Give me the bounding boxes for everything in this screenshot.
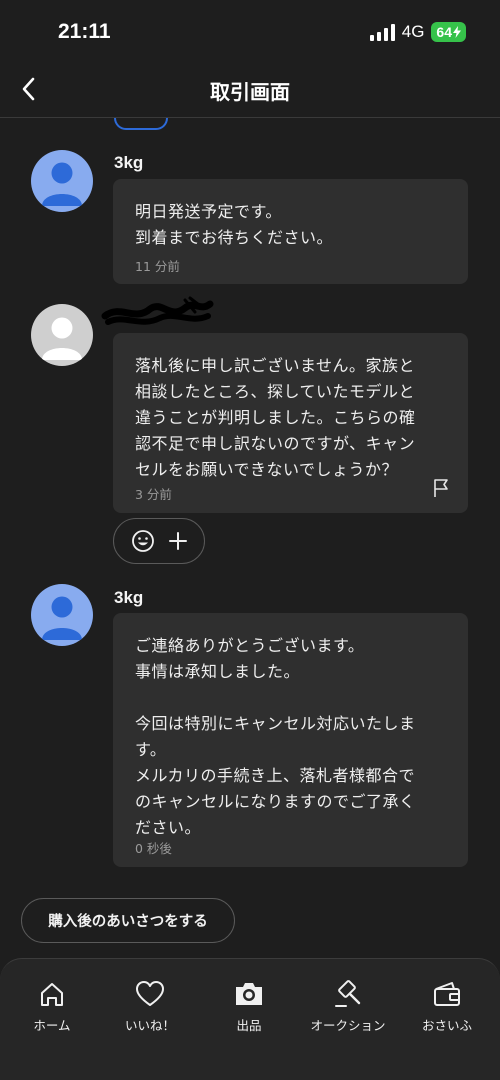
- status-bar: 21:11 4G 64: [0, 0, 500, 66]
- charging-bolt-icon: [453, 26, 461, 38]
- status-time: 21:11: [58, 20, 111, 43]
- tab-home[interactable]: ホーム: [2, 979, 102, 1034]
- sender-name: 3kg: [114, 588, 144, 607]
- tab-label: ホーム: [33, 1018, 71, 1033]
- camera-icon: [233, 979, 265, 1009]
- tab-label: おさいふ: [421, 1018, 472, 1033]
- status-indicators: 4G 64: [369, 22, 466, 42]
- nav-bar: 取引画面: [0, 66, 500, 118]
- heart-icon: [134, 979, 166, 1009]
- user-icon: [42, 162, 82, 206]
- home-icon: [36, 979, 68, 1009]
- tab-wallet[interactable]: おさいふ: [397, 979, 497, 1034]
- avatar[interactable]: [31, 584, 93, 646]
- tab-auction[interactable]: オークション: [298, 979, 398, 1034]
- plus-icon[interactable]: [168, 531, 188, 551]
- tab-label: 出品: [236, 1018, 262, 1033]
- tab-label: オークション: [310, 1018, 386, 1033]
- user-icon: [42, 596, 82, 640]
- message-text: 明日発送予定です。 到着までお待ちください。: [135, 202, 334, 247]
- message-bubble: 落札後に申し訳ございません。家族と 相談したところ、探していたモデルと 違うこと…: [113, 333, 468, 513]
- greeting-button[interactable]: 購入後のあいさつをする: [21, 898, 235, 943]
- reaction-bar: [113, 518, 205, 564]
- tab-likes[interactable]: いいね！: [100, 979, 200, 1034]
- battery-level: 64: [436, 24, 452, 40]
- wallet-icon: [431, 979, 463, 1009]
- message-time: 3 分前: [135, 487, 172, 502]
- avatar[interactable]: [31, 304, 93, 366]
- message-text: ご連絡ありがとうございます。 事情は承知しました。 今回は特別にキャンセル対応い…: [135, 636, 416, 837]
- avatar[interactable]: [31, 150, 93, 212]
- tab-label: いいね！: [124, 1018, 175, 1033]
- message-bubble: ご連絡ありがとうございます。 事情は承知しました。 今回は特別にキャンセル対応い…: [113, 613, 468, 867]
- previous-message-chip: [114, 118, 168, 130]
- flag-icon[interactable]: [432, 478, 450, 498]
- page-title: 取引画面: [210, 80, 290, 104]
- message-time: 0 秒後: [135, 841, 172, 856]
- message-bubble: 明日発送予定です。 到着までお待ちください。 11 分前: [113, 179, 468, 284]
- message-time: 11 分前: [135, 259, 180, 274]
- user-icon: [42, 317, 82, 360]
- tab-bar: ホーム いいね！ 出品 オークション おさいふ: [0, 958, 500, 1080]
- redacted-name-scribble: [101, 296, 214, 325]
- signal-icon: [369, 23, 395, 41]
- network-type: 4G: [401, 22, 425, 41]
- smile-icon[interactable]: [131, 529, 155, 553]
- sender-name: 3kg: [114, 153, 144, 172]
- gavel-icon: [332, 979, 364, 1009]
- battery-indicator: 64: [431, 22, 466, 42]
- message-text: 落札後に申し訳ございません。家族と 相談したところ、探していたモデルと 違うこと…: [135, 356, 416, 479]
- tab-sell[interactable]: 出品: [199, 979, 299, 1034]
